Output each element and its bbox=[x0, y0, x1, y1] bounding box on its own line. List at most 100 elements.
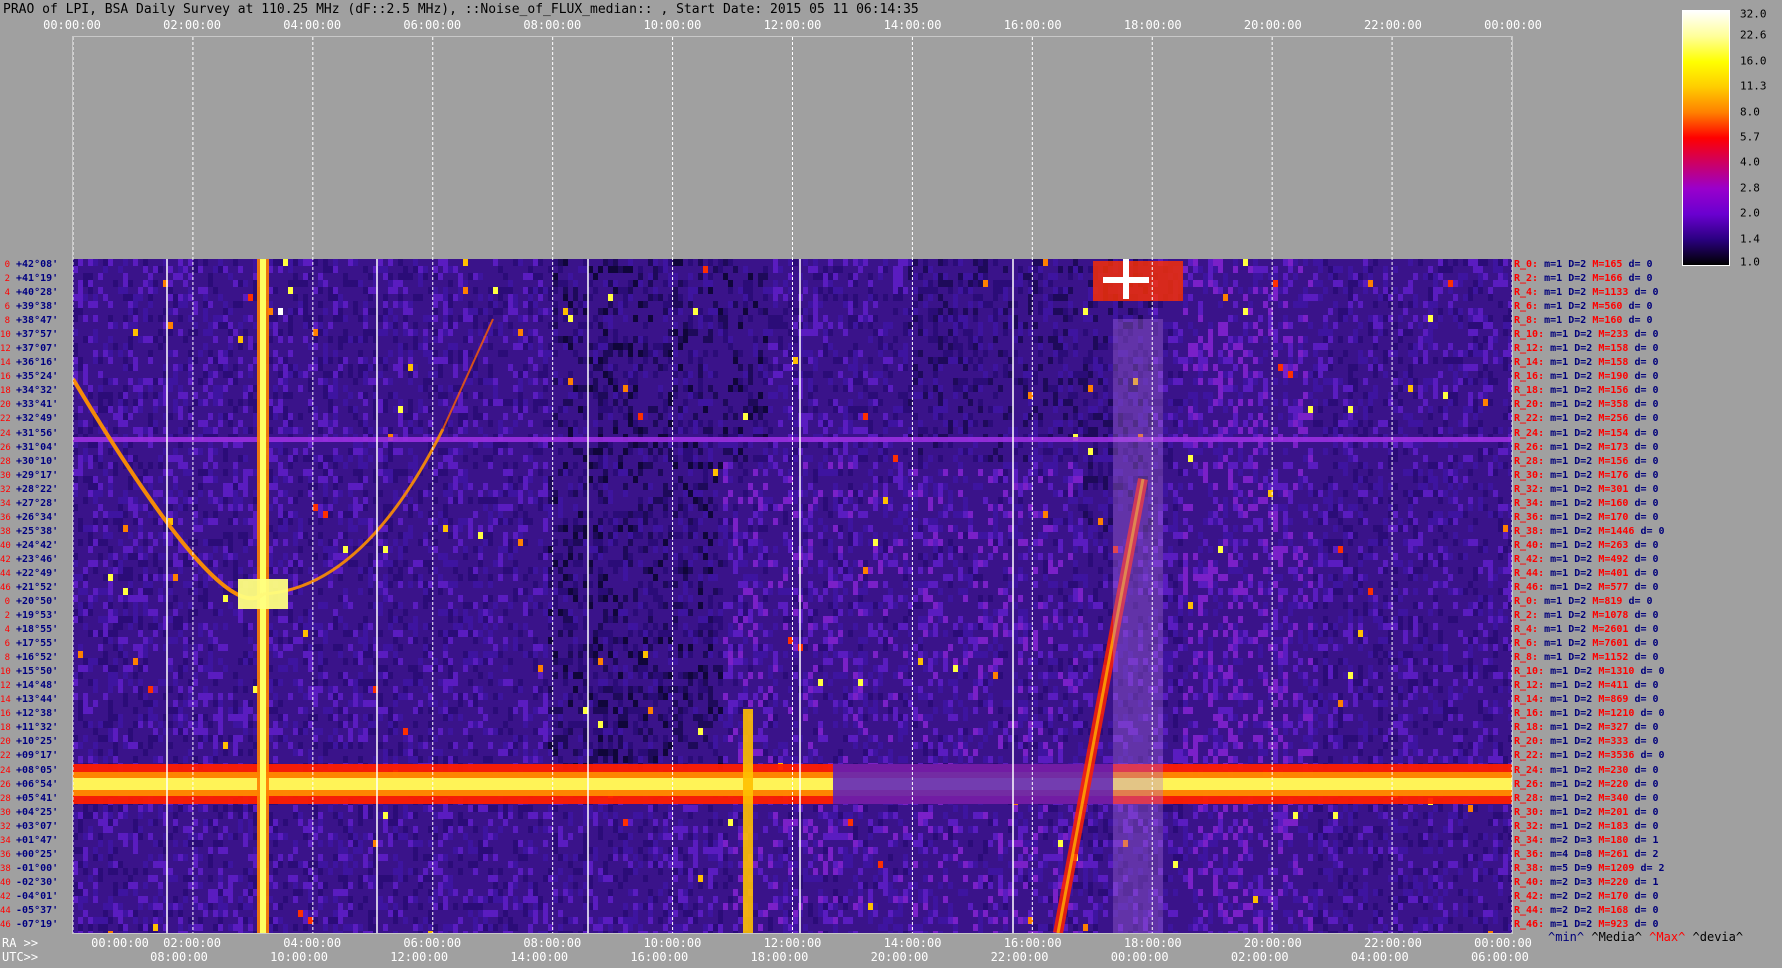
heatmap-cell bbox=[528, 287, 533, 294]
heatmap-cell bbox=[1088, 525, 1093, 532]
heatmap-cell bbox=[448, 483, 453, 490]
heatmap-cell bbox=[443, 350, 448, 357]
heatmap-cell bbox=[1328, 364, 1333, 371]
heatmap-cell bbox=[313, 329, 318, 336]
heatmap-cell bbox=[968, 287, 973, 294]
heatmap-cell bbox=[1108, 448, 1113, 455]
heatmap-cell bbox=[353, 511, 358, 518]
heatmap-cell bbox=[508, 280, 513, 287]
heatmap-cell bbox=[448, 532, 453, 539]
heatmap-cell bbox=[958, 287, 963, 294]
heatmap-cell bbox=[963, 427, 968, 434]
heatmap-cell bbox=[1178, 469, 1183, 476]
heatmap-cell bbox=[598, 476, 603, 483]
heatmap-cell bbox=[1088, 518, 1093, 525]
heatmap-cell bbox=[288, 511, 293, 518]
heatmap-cell bbox=[1103, 448, 1108, 455]
heatmap-cell bbox=[813, 357, 818, 364]
heatmap-cell bbox=[1228, 399, 1233, 406]
heatmap-cell bbox=[888, 371, 893, 378]
heatmap-cell bbox=[1088, 294, 1093, 301]
heatmap-cell bbox=[703, 315, 708, 322]
heatmap-cell bbox=[1298, 476, 1303, 483]
heatmap-cell bbox=[1373, 287, 1378, 294]
heatmap-cell bbox=[818, 462, 823, 469]
heatmap-cell bbox=[623, 413, 628, 420]
heatmap-cell bbox=[593, 448, 598, 455]
heatmap-cell bbox=[1458, 364, 1463, 371]
heatmap-cell bbox=[1178, 483, 1183, 490]
heatmap-cell bbox=[333, 378, 338, 385]
heatmap-cell bbox=[543, 490, 548, 497]
heatmap-cell bbox=[73, 350, 78, 357]
heatmap-cell bbox=[358, 483, 363, 490]
heatmap-cell bbox=[113, 280, 118, 287]
heatmap-cell bbox=[748, 525, 753, 532]
heatmap-cell bbox=[283, 413, 288, 420]
heatmap-cell bbox=[388, 455, 393, 462]
heatmap-cell bbox=[208, 273, 213, 280]
heatmap-cell bbox=[523, 371, 528, 378]
heatmap-cell bbox=[188, 315, 193, 322]
heatmap-cell bbox=[773, 343, 778, 350]
heatmap-cell bbox=[763, 357, 768, 364]
heatmap-cell bbox=[298, 371, 303, 378]
heatmap-cell bbox=[398, 371, 403, 378]
heatmap-cell bbox=[858, 448, 863, 455]
heatmap-cell bbox=[1033, 406, 1038, 413]
heatmap-cell bbox=[1018, 329, 1023, 336]
heatmap-cell bbox=[1038, 287, 1043, 294]
heatmap-cell bbox=[608, 441, 613, 448]
heatmap-cell bbox=[923, 476, 928, 483]
heatmap-cell bbox=[663, 350, 668, 357]
heatmap-cell bbox=[1353, 455, 1358, 462]
heatmap-cell bbox=[693, 441, 698, 448]
heatmap-cell bbox=[1178, 329, 1183, 336]
heatmap-cell bbox=[1198, 469, 1203, 476]
heatmap-cell bbox=[518, 476, 523, 483]
heatmap-cell bbox=[723, 336, 728, 343]
heatmap-cell bbox=[993, 371, 998, 378]
heatmap-cell bbox=[978, 322, 983, 329]
heatmap-cell bbox=[423, 343, 428, 350]
heatmap-cell bbox=[1098, 469, 1103, 476]
heatmap-cell bbox=[573, 504, 578, 511]
heatmap-cell bbox=[883, 427, 888, 434]
heatmap-cell bbox=[1193, 280, 1198, 287]
heatmap-cell bbox=[188, 350, 193, 357]
heatmap-cell bbox=[1288, 518, 1293, 525]
heatmap-cell bbox=[578, 392, 583, 399]
heatmap-cell bbox=[153, 266, 158, 273]
heatmap-cell bbox=[703, 469, 708, 476]
heatmap-cell bbox=[923, 266, 928, 273]
heatmap-cell bbox=[528, 476, 533, 483]
heatmap-cell bbox=[473, 322, 478, 329]
heatmap-cell bbox=[118, 406, 123, 413]
heatmap-cell bbox=[73, 259, 78, 266]
heatmap-cell bbox=[1353, 294, 1358, 301]
heatmap-cell bbox=[598, 455, 603, 462]
heatmap-cell bbox=[323, 329, 328, 336]
heatmap-cell bbox=[508, 427, 513, 434]
heatmap-cell bbox=[1058, 287, 1063, 294]
heatmap-cell bbox=[1408, 343, 1413, 350]
heatmap-cell bbox=[473, 441, 478, 448]
heatmap-cell bbox=[1398, 336, 1403, 343]
heatmap-cell bbox=[968, 301, 973, 308]
heatmap-cell bbox=[673, 294, 678, 301]
heatmap-cell bbox=[783, 294, 788, 301]
heatmap-cell bbox=[1033, 462, 1038, 469]
heatmap-cell bbox=[98, 399, 103, 406]
heatmap-cell bbox=[1218, 441, 1223, 448]
heatmap-cell bbox=[1283, 315, 1288, 322]
heatmap-cell bbox=[458, 273, 463, 280]
heatmap-cell bbox=[298, 476, 303, 483]
heatmap-cell bbox=[463, 413, 468, 420]
heatmap-cell bbox=[443, 455, 448, 462]
heatmap-cell bbox=[683, 336, 688, 343]
heatmap-cell bbox=[738, 427, 743, 434]
heatmap-cell bbox=[803, 287, 808, 294]
heatmap-cell bbox=[703, 476, 708, 483]
heatmap-cell bbox=[1358, 511, 1363, 518]
heatmap-cell bbox=[803, 308, 808, 315]
